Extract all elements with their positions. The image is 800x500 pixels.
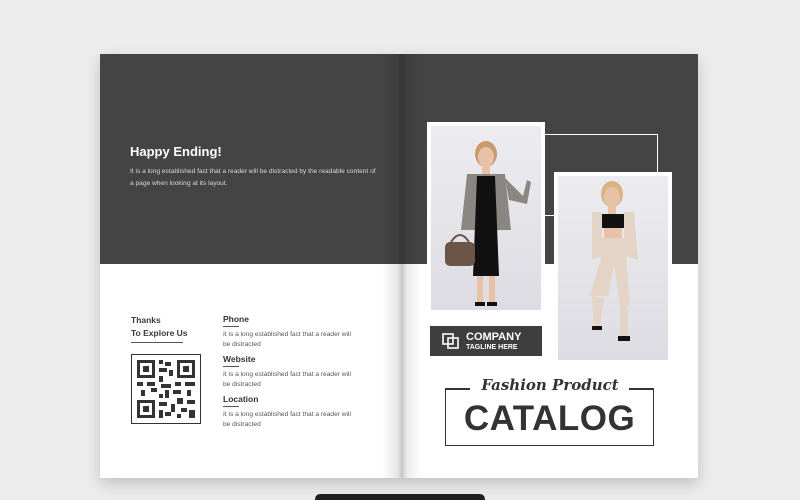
book-spine-shadow	[382, 54, 422, 478]
contact-location: Location It is a long established fact t…	[223, 394, 353, 430]
company-name: COMPANY	[466, 331, 522, 343]
bottom-bar	[315, 494, 485, 500]
phone-underline	[223, 326, 239, 327]
phone-label: Phone	[223, 314, 249, 324]
model-photo-1	[427, 122, 545, 314]
qr-code-icon	[131, 354, 201, 424]
model-with-bag-image	[445, 141, 531, 306]
phone-text: It is a long established fact that a rea…	[223, 331, 351, 348]
company-logo: COMPANY TAGLINE HERE	[430, 326, 542, 356]
location-text: It is a long established fact that a rea…	[223, 411, 351, 428]
company-logo-icon	[442, 333, 459, 349]
location-label: Location	[223, 394, 259, 404]
website-text: It is a long established fact that a rea…	[223, 371, 351, 388]
page-title: Happy Ending!	[130, 144, 222, 159]
location-underline	[223, 406, 239, 407]
catalog-spread: Happy Ending! It is a long established f…	[100, 54, 698, 478]
thanks-line-1: Thanks	[131, 315, 161, 325]
thanks-line-2: To Explore Us	[131, 327, 188, 338]
website-label: Website	[223, 354, 256, 364]
thanks-underline	[131, 342, 183, 343]
website-underline	[223, 366, 239, 367]
model-in-suit-image	[590, 181, 638, 341]
thanks-heading: Thanks To Explore Us	[131, 314, 188, 339]
catalog-subtitle: Fashion Product	[481, 376, 619, 394]
contact-website: Website It is a long established fact th…	[223, 354, 353, 390]
intro-text: It is a long established fact that a rea…	[130, 168, 376, 187]
model-photo-2	[554, 172, 672, 364]
contact-phone: Phone It is a long established fact that…	[223, 314, 353, 350]
catalog-title: CATALOG	[463, 399, 636, 438]
company-tagline: TAGLINE HERE	[466, 344, 518, 351]
